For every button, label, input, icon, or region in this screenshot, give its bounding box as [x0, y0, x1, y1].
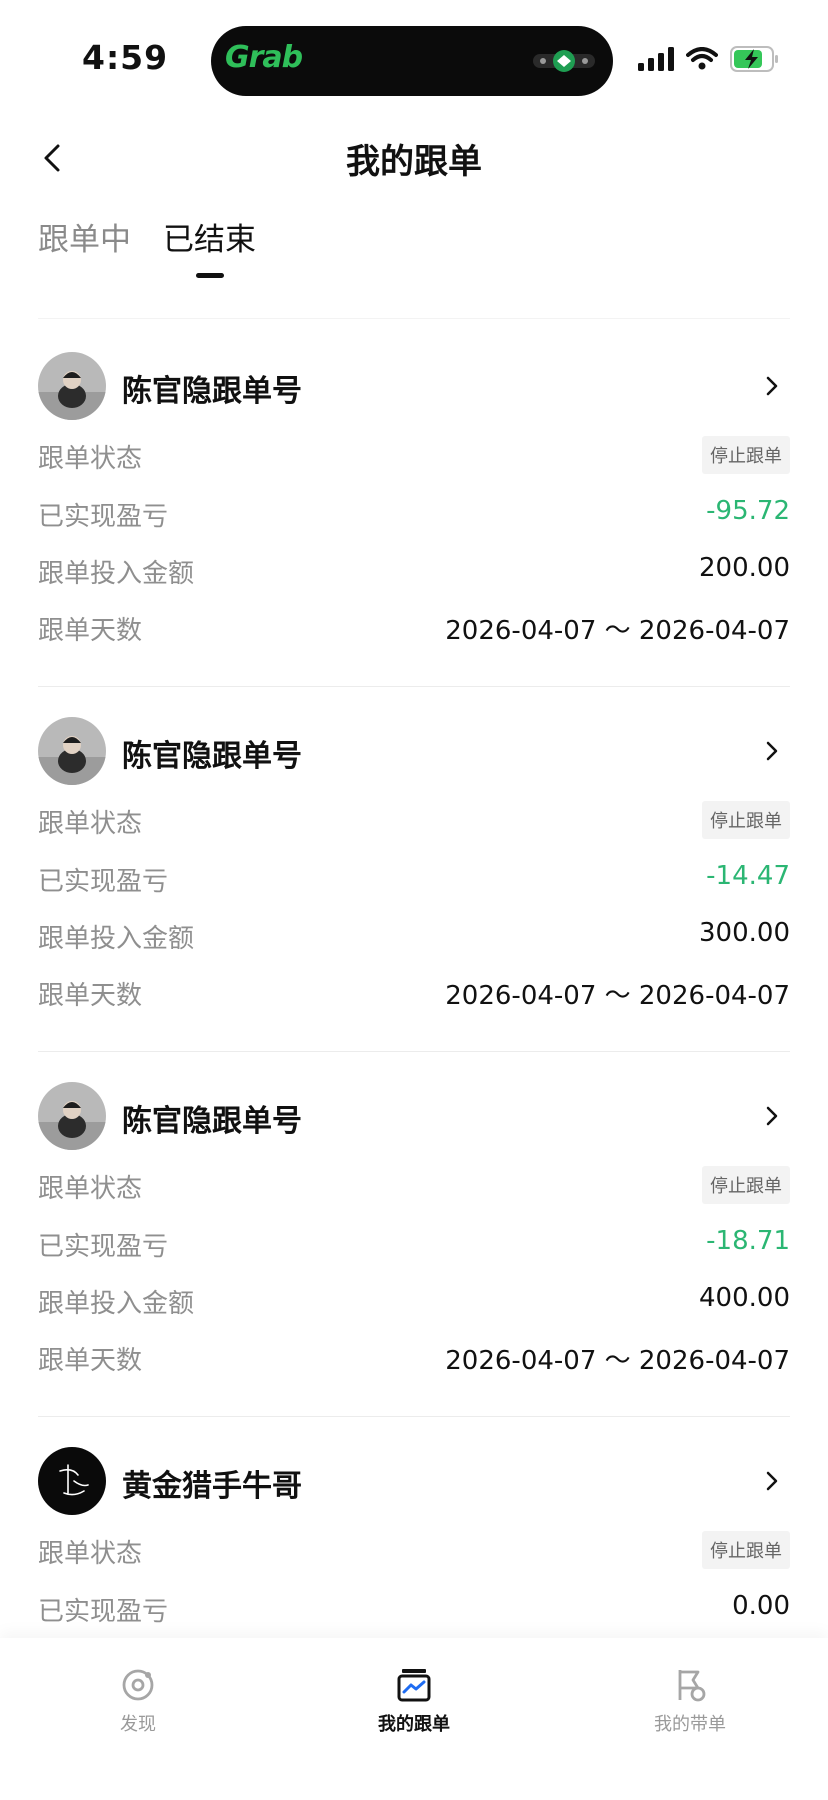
- tab-label: 跟单中: [38, 222, 131, 258]
- chevron-right-icon: [766, 741, 778, 761]
- pnl-value: -95.72: [706, 496, 790, 526]
- trader-header[interactable]: 陈官隐跟单号: [38, 717, 790, 785]
- tab-label: 我的跟单: [378, 1714, 450, 1735]
- days-label: 跟单天数: [38, 616, 143, 646]
- avatar: [38, 717, 106, 785]
- days-label: 跟单天数: [38, 1346, 143, 1376]
- pnl-row: 已实现盈亏 -18.71: [38, 1224, 790, 1264]
- avatar: [38, 1082, 106, 1150]
- bottom-tab-bar: 发现 我的跟单 我的带单: [0, 1638, 828, 1800]
- days-row: 跟单天数 2026-04-07 ～ 2026-04-07: [38, 973, 790, 1013]
- trader-name: 黄金猎手牛哥: [122, 1469, 302, 1504]
- amount-label: 跟单投入金额: [38, 559, 195, 589]
- signal-icon: [638, 47, 674, 71]
- tab-my-lead-trades[interactable]: 我的带单: [620, 1666, 760, 1746]
- status-tabs: 跟单中 已结束: [38, 218, 256, 288]
- pnl-value: -14.47: [706, 861, 790, 891]
- status-label: 跟单状态: [38, 809, 143, 839]
- days-row: 跟单天数 2026-04-07 ～ 2026-04-07: [38, 1338, 790, 1378]
- pnl-label: 已实现盈亏: [38, 502, 169, 532]
- copy-trade-icon: [397, 1669, 431, 1702]
- status-label: 跟单状态: [38, 444, 143, 474]
- status-row: 跟单状态 停止跟单: [38, 1531, 790, 1571]
- status-badge: 停止跟单: [702, 1531, 790, 1569]
- tab-my-copy-trades[interactable]: 我的跟单: [344, 1666, 484, 1746]
- status-bar: 4:59 Grab: [0, 0, 828, 110]
- lead-trade-icon: [678, 1670, 706, 1702]
- days-row: 跟单天数 2026-04-07 ～ 2026-04-07: [38, 608, 790, 648]
- amount-label: 跟单投入金额: [38, 924, 195, 954]
- battery-charging-icon: [730, 46, 778, 72]
- days-value: 2026-04-07 ～ 2026-04-07: [445, 981, 790, 1011]
- status-label: 跟单状态: [38, 1539, 143, 1569]
- tab-label: 发现: [120, 1714, 156, 1735]
- active-tab-indicator: [195, 273, 224, 278]
- tab-label: 我的带单: [654, 1714, 726, 1735]
- amount-row: 跟单投入金额 200.00: [38, 551, 790, 591]
- tab-following[interactable]: 跟单中: [38, 218, 131, 278]
- pnl-row: 已实现盈亏 -95.72: [38, 494, 790, 534]
- status-label: 跟单状态: [38, 1174, 143, 1204]
- status-row: 跟单状态 停止跟单: [38, 1166, 790, 1206]
- status-badge: 停止跟单: [702, 801, 790, 839]
- pnl-value: 0.00: [732, 1591, 790, 1621]
- pnl-label: 已实现盈亏: [38, 1597, 169, 1627]
- days-label: 跟单天数: [38, 981, 143, 1011]
- chevron-right-icon: [766, 376, 778, 396]
- status-badge: 停止跟单: [702, 436, 790, 474]
- grab-logo: Grab: [225, 40, 303, 75]
- trader-header[interactable]: 陈官隐跟单号: [38, 1082, 790, 1150]
- copy-trade-card: 陈官隐跟单号 跟单状态 停止跟单 已实现盈亏 -95.72 跟单投入金额 200…: [38, 322, 790, 687]
- amount-value: 400.00: [699, 1283, 790, 1313]
- copy-trade-card: 陈官隐跟单号 跟单状态 停止跟单 已实现盈亏 -14.47 跟单投入金额 300…: [38, 687, 790, 1052]
- status-time: 4:59: [82, 38, 169, 77]
- trader-name: 陈官隐跟单号: [122, 1104, 302, 1139]
- trader-name: 陈官隐跟单号: [122, 374, 302, 409]
- copy-trade-card: 陈官隐跟单号 跟单状态 停止跟单 已实现盈亏 -18.71 跟单投入金额 400…: [38, 1052, 790, 1417]
- status-row: 跟单状态 停止跟单: [38, 801, 790, 841]
- scooter-activity-icon: [533, 50, 595, 72]
- dynamic-island[interactable]: Grab: [211, 26, 613, 96]
- avatar: [38, 352, 106, 420]
- wifi-icon: [686, 47, 718, 70]
- status-row: 跟单状态 停止跟单: [38, 436, 790, 476]
- amount-row: 跟单投入金额 400.00: [38, 1281, 790, 1321]
- trader-header[interactable]: 黄金猎手牛哥: [38, 1447, 790, 1515]
- pnl-label: 已实现盈亏: [38, 1232, 169, 1262]
- days-value: 2026-04-07 ～ 2026-04-07: [445, 1346, 790, 1376]
- tab-ended[interactable]: 已结束: [163, 218, 256, 278]
- amount-row: 跟单投入金额 300.00: [38, 916, 790, 956]
- pnl-row: 已实现盈亏 0.00: [38, 1589, 790, 1629]
- trader-name: 陈官隐跟单号: [122, 739, 302, 774]
- copy-trade-list: 陈官隐跟单号 跟单状态 停止跟单 已实现盈亏 -95.72 跟单投入金额 200…: [38, 322, 790, 1782]
- days-value: 2026-04-07 ～ 2026-04-07: [445, 616, 790, 646]
- page-title: 我的跟单: [346, 142, 482, 182]
- discover-icon: [122, 1669, 154, 1701]
- avatar: [38, 1447, 106, 1515]
- tab-label: 已结束: [163, 222, 256, 258]
- nav-bar: 我的跟单: [0, 120, 828, 200]
- chevron-right-icon: [766, 1471, 778, 1491]
- trader-header[interactable]: 陈官隐跟单号: [38, 352, 790, 420]
- pnl-row: 已实现盈亏 -14.47: [38, 859, 790, 899]
- amount-label: 跟单投入金额: [38, 1289, 195, 1319]
- divider: [38, 318, 790, 319]
- amount-value: 200.00: [699, 553, 790, 583]
- status-icons: [638, 44, 780, 74]
- amount-value: 300.00: [699, 918, 790, 948]
- pnl-label: 已实现盈亏: [38, 867, 169, 897]
- status-badge: 停止跟单: [702, 1166, 790, 1204]
- tab-discover[interactable]: 发现: [68, 1666, 208, 1746]
- chevron-right-icon: [766, 1106, 778, 1126]
- pnl-value: -18.71: [706, 1226, 790, 1256]
